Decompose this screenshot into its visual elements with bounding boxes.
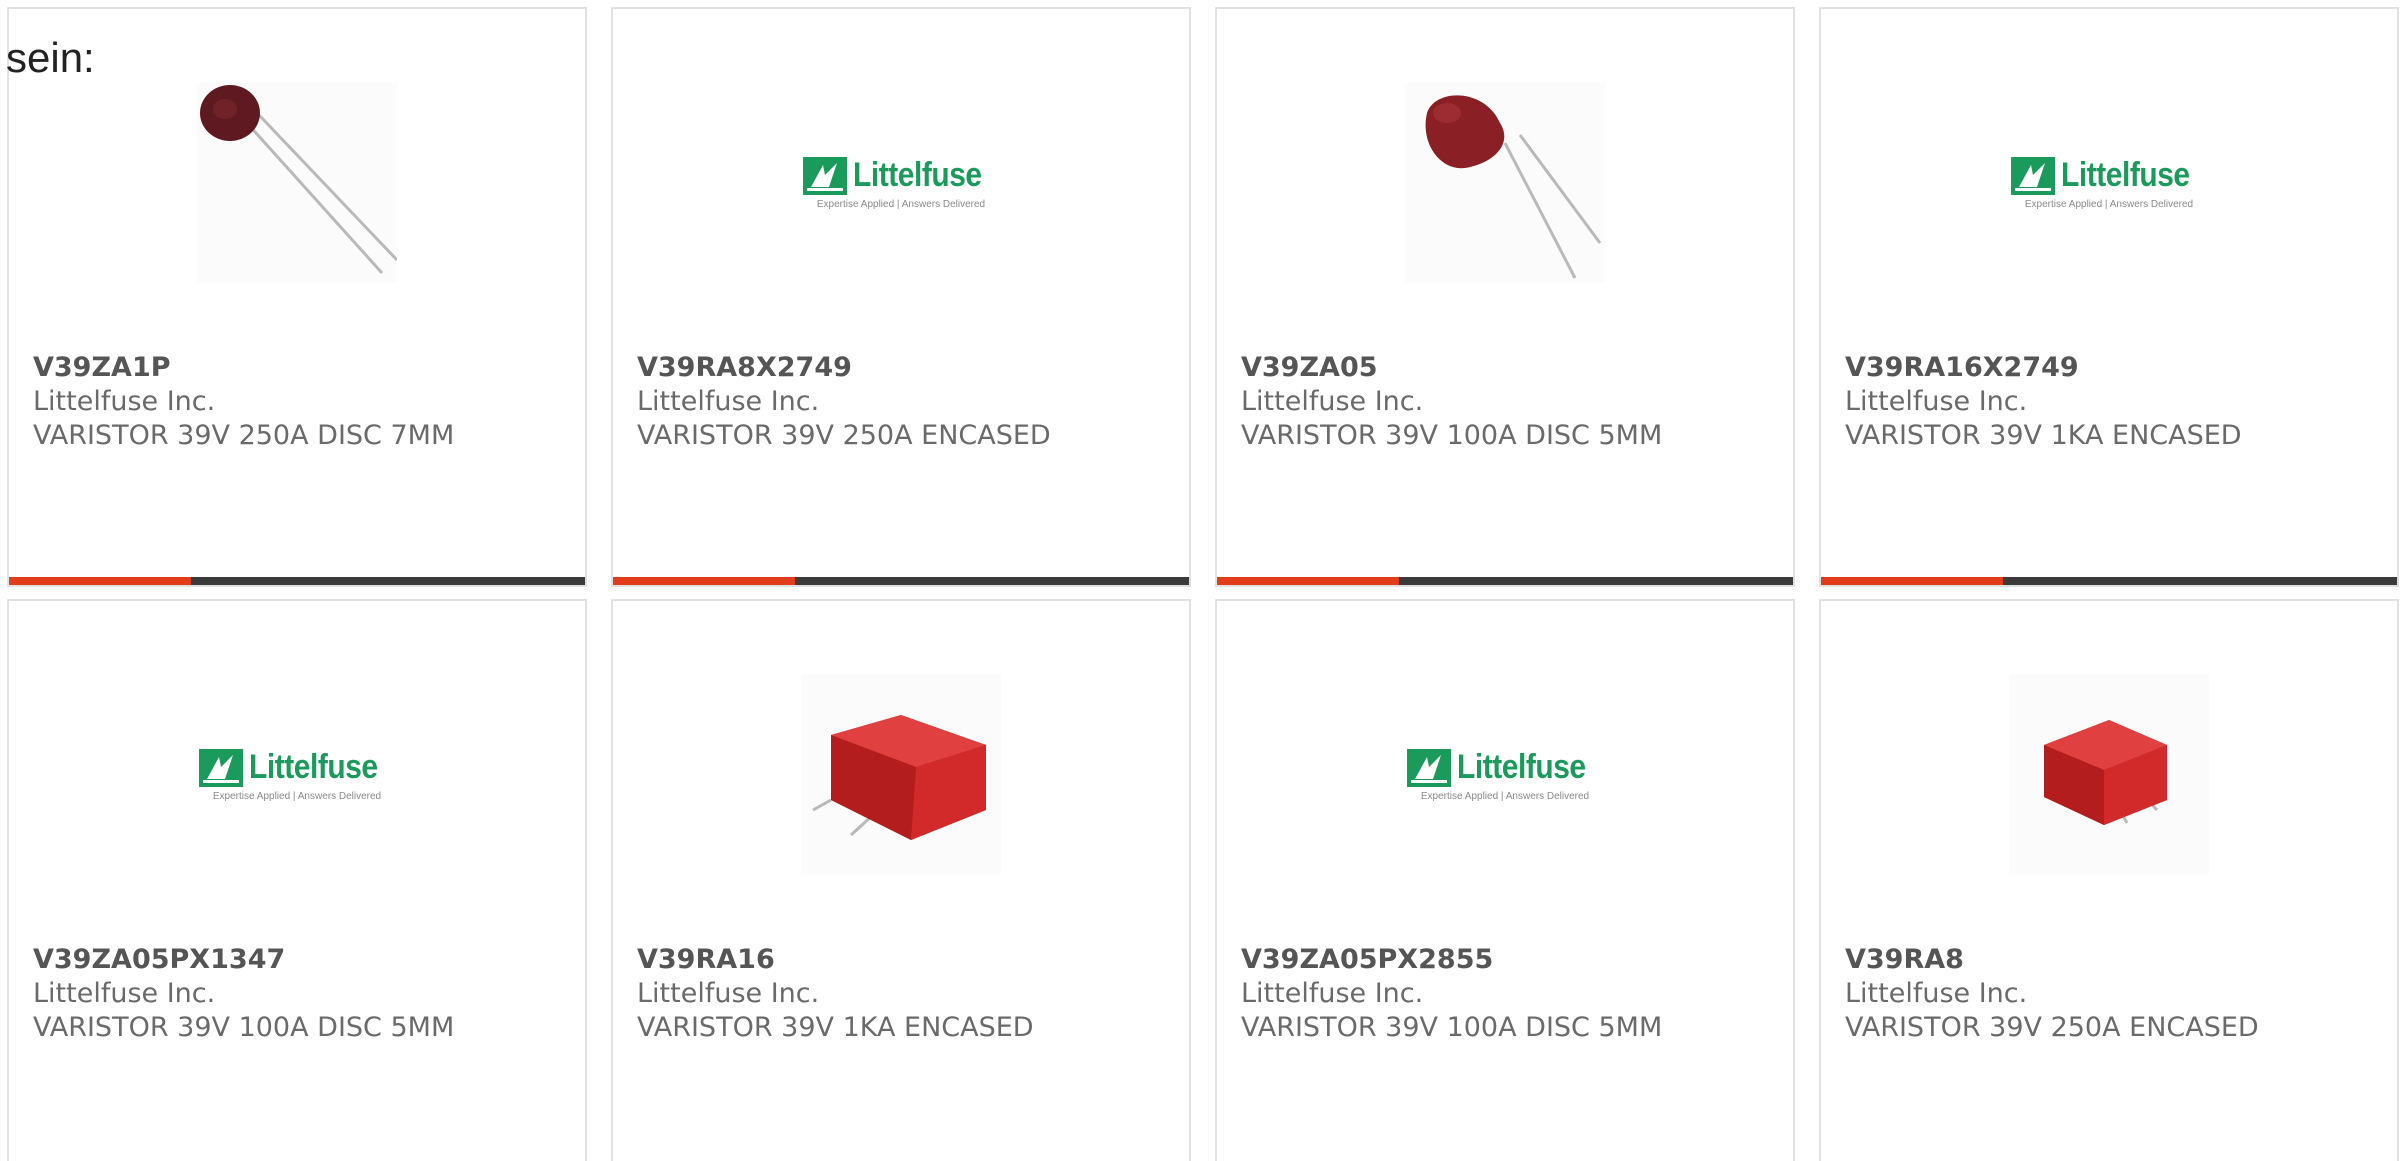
brand-name: Littelfuse bbox=[248, 748, 378, 786]
littelfuse-logo: Littelfuse Expertise Applied | Answers D… bbox=[2010, 156, 2207, 210]
brand-tagline: Expertise Applied | Answers Delivered bbox=[2024, 199, 2194, 210]
brand-name: Littelfuse bbox=[852, 156, 982, 194]
manufacturer: Littelfuse Inc. bbox=[1241, 386, 1424, 417]
product-image: Littelfuse Expertise Applied | Answers D… bbox=[801, 83, 1001, 283]
product-card[interactable]: V39ZA05 Littelfuse Inc. VARISTOR 39V 100… bbox=[1215, 7, 1795, 587]
part-number[interactable]: V39RA16 bbox=[637, 943, 1169, 977]
disc-varistor-photo bbox=[1425, 95, 1602, 279]
description: VARISTOR 39V 1KA ENCASED bbox=[1845, 420, 2242, 451]
manufacturer: Littelfuse Inc. bbox=[1241, 978, 1424, 1009]
description: VARISTOR 39V 1KA ENCASED bbox=[637, 1012, 1034, 1043]
part-number[interactable]: V39RA8X2749 bbox=[637, 351, 1169, 385]
brand-tagline: Expertise Applied | Answers Delivered bbox=[212, 791, 382, 802]
part-number[interactable]: V39ZA1P bbox=[33, 351, 565, 385]
product-image bbox=[1405, 83, 1605, 283]
description: VARISTOR 39V 250A DISC 7MM bbox=[33, 420, 455, 451]
littelfuse-mark-icon bbox=[1406, 748, 1451, 787]
manufacturer: Littelfuse Inc. bbox=[33, 978, 216, 1009]
description: VARISTOR 39V 100A DISC 5MM bbox=[33, 1012, 455, 1043]
littelfuse-logo: Littelfuse Expertise Applied | Answers D… bbox=[1406, 748, 1603, 802]
card-bottom-bar bbox=[1217, 577, 1793, 585]
product-image bbox=[801, 675, 1001, 875]
product-card[interactable]: V39RA8 Littelfuse Inc. VARISTOR 39V 250A… bbox=[1819, 599, 2399, 1161]
page: sein: V39ZA1P Littelfuse Inc. VARISTOR 3… bbox=[0, 0, 2400, 1161]
description: VARISTOR 39V 250A ENCASED bbox=[637, 420, 1051, 451]
brand-name: Littelfuse bbox=[1456, 748, 1586, 786]
description: VARISTOR 39V 100A DISC 5MM bbox=[1241, 1012, 1663, 1043]
product-card[interactable]: Littelfuse Expertise Applied | Answers D… bbox=[611, 7, 1191, 587]
product-image bbox=[197, 83, 397, 283]
part-number[interactable]: V39ZA05PX1347 bbox=[33, 943, 565, 977]
brand-tagline: Expertise Applied | Answers Delivered bbox=[816, 199, 986, 210]
part-number[interactable]: V39RA8 bbox=[1845, 943, 2377, 977]
manufacturer: Littelfuse Inc. bbox=[637, 978, 820, 1009]
encased-varistor-photo bbox=[2044, 720, 2167, 825]
product-card[interactable]: Littelfuse Expertise Applied | Answers D… bbox=[1215, 599, 1795, 1161]
card-accent bbox=[1217, 577, 1399, 585]
product-card[interactable]: V39RA16 Littelfuse Inc. VARISTOR 39V 1KA… bbox=[611, 599, 1191, 1161]
card-bottom-bar bbox=[613, 577, 1189, 585]
part-number[interactable]: V39ZA05 bbox=[1241, 351, 1773, 385]
manufacturer: Littelfuse Inc. bbox=[1845, 386, 2028, 417]
product-image: Littelfuse Expertise Applied | Answers D… bbox=[2009, 83, 2209, 283]
product-image bbox=[2009, 675, 2209, 875]
littelfuse-logo: Littelfuse Expertise Applied | Answers D… bbox=[802, 156, 999, 210]
part-number[interactable]: V39RA16X2749 bbox=[1845, 351, 2377, 385]
littelfuse-mark-icon bbox=[198, 748, 243, 787]
disc-varistor-photo bbox=[200, 85, 397, 275]
product-card[interactable]: Littelfuse Expertise Applied | Answers D… bbox=[7, 599, 587, 1161]
product-card[interactable]: Littelfuse Expertise Applied | Answers D… bbox=[1819, 7, 2399, 587]
encased-varistor-photo bbox=[812, 715, 986, 840]
littelfuse-mark-icon bbox=[2010, 156, 2055, 195]
part-number[interactable]: V39ZA05PX2855 bbox=[1241, 943, 1773, 977]
littelfuse-logo: Littelfuse Expertise Applied | Answers D… bbox=[198, 748, 395, 802]
card-accent bbox=[613, 577, 795, 585]
manufacturer: Littelfuse Inc. bbox=[33, 386, 216, 417]
description: VARISTOR 39V 250A ENCASED bbox=[1845, 1012, 2259, 1043]
intro-text: sein: bbox=[6, 34, 95, 81]
card-bottom-bar bbox=[9, 577, 585, 585]
product-image: Littelfuse Expertise Applied | Answers D… bbox=[1405, 675, 1605, 875]
manufacturer: Littelfuse Inc. bbox=[1845, 978, 2028, 1009]
brand-name: Littelfuse bbox=[2060, 156, 2190, 194]
product-grid: V39ZA1P Littelfuse Inc. VARISTOR 39V 250… bbox=[7, 7, 2399, 1161]
product-card[interactable]: V39ZA1P Littelfuse Inc. VARISTOR 39V 250… bbox=[7, 7, 587, 587]
description: VARISTOR 39V 100A DISC 5MM bbox=[1241, 420, 1663, 451]
card-accent bbox=[9, 577, 191, 585]
product-image: Littelfuse Expertise Applied | Answers D… bbox=[197, 675, 397, 875]
littelfuse-mark-icon bbox=[802, 156, 847, 195]
brand-tagline: Expertise Applied | Answers Delivered bbox=[1420, 791, 1590, 802]
card-bottom-bar bbox=[1821, 577, 2397, 585]
manufacturer: Littelfuse Inc. bbox=[637, 386, 820, 417]
card-accent bbox=[1821, 577, 2003, 585]
